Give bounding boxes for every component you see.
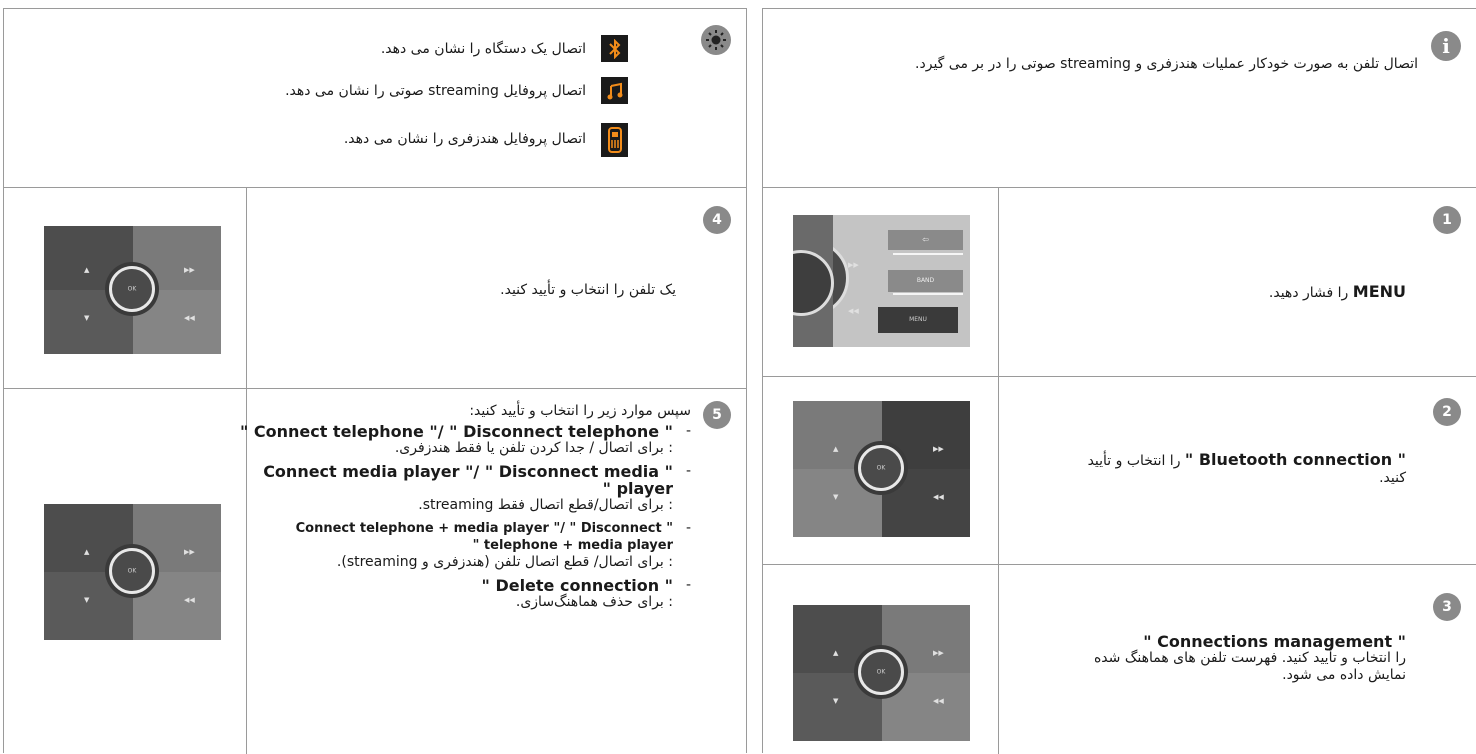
tip-badge <box>701 25 731 55</box>
step-number-badge: 2 <box>1433 398 1461 426</box>
info-icon: i <box>1431 31 1461 61</box>
step-1-section: 1 MENU را فشار دهید. ▶▶ ◀◀ ⇦ BAND MENU <box>763 188 1476 377</box>
step-3-section: 3 " Connections management " را انتخاب و… <box>763 565 1476 754</box>
status-line-1: اتصال یک دستگاه را نشان می دهد. <box>380 41 586 57</box>
info-section: i اتصال تلفن به صورت خودکار عملیات هندزف… <box>763 9 1476 188</box>
control-panel-image: OK ▲ ▼ ▶▶ ◀◀ <box>793 605 970 741</box>
status-icons-section: اتصال یک دستگاه را نشان می دهد. اتصال پر… <box>4 9 746 188</box>
control-panel-image: OK ▲ ▼ ▶▶ ◀◀ <box>44 504 221 640</box>
step-number-badge: 5 <box>703 401 731 429</box>
option-delete-connection: - " Delete connection " : برای حذف هماهن… <box>481 576 691 610</box>
right-panel: i اتصال تلفن به صورت خودکار عملیات هندزف… <box>762 8 1476 754</box>
control-panel-image: OK ▲ ▼ ▶▶ ◀◀ <box>793 401 970 537</box>
info-text: اتصال تلفن به صورت خودکار عملیات هندزفری… <box>915 56 1418 72</box>
step-number-badge: 4 <box>703 206 731 234</box>
menu-button: MENU <box>878 307 958 333</box>
step-1-text: MENU را فشار دهید. <box>1268 282 1406 301</box>
step-2-section: 2 " Bluetooth connection " را انتخاب و ت… <box>763 377 1476 565</box>
option-connect-media-player: - " Connect media player "/ " Disconnect… <box>263 462 691 513</box>
music-note-icon <box>601 77 628 104</box>
step-5-section: 5 سپس موارد زیر را انتخاب و تأیید کنید: … <box>4 389 746 754</box>
menu-panel-image: ▶▶ ◀◀ ⇦ BAND MENU <box>793 215 970 347</box>
status-line-3: اتصال پروفایل هندزفری را نشان می دهد. <box>343 131 586 147</box>
option-connect-telephone: - " Connect telephone "/ " Disconnect te… <box>239 422 691 456</box>
option-list: - " Connect telephone "/ " Disconnect te… <box>231 423 691 611</box>
left-panel: اتصال یک دستگاه را نشان می دهد. اتصال پر… <box>3 8 747 754</box>
step-4-text: یک تلفن را انتخاب و تأیید کنید. <box>500 282 676 298</box>
status-line-2: اتصال پروفایل streaming صوتی را نشان می … <box>285 83 586 99</box>
bluetooth-icon <box>601 35 628 62</box>
lightbulb-icon <box>706 30 726 50</box>
handset-icon <box>601 123 628 157</box>
step-4-section: 4 یک تلفن را انتخاب و تأیید کنید. OK ▲ ▼… <box>4 188 746 389</box>
step-number-badge: 3 <box>1433 593 1461 621</box>
step-3-text: " Connections management " را انتخاب و ت… <box>1093 632 1406 683</box>
step-2-text: " Bluetooth connection " را انتخاب و تأی… <box>1087 450 1406 486</box>
step-5-intro: سپس موارد زیر را انتخاب و تأیید کنید: <box>469 403 691 419</box>
option-connect-both: - " Connect telephone + media player "/ … <box>295 520 691 570</box>
step-number-badge: 1 <box>1433 206 1461 234</box>
control-panel-image: OK ▲ ▼ ▶▶ ◀◀ <box>44 226 221 354</box>
